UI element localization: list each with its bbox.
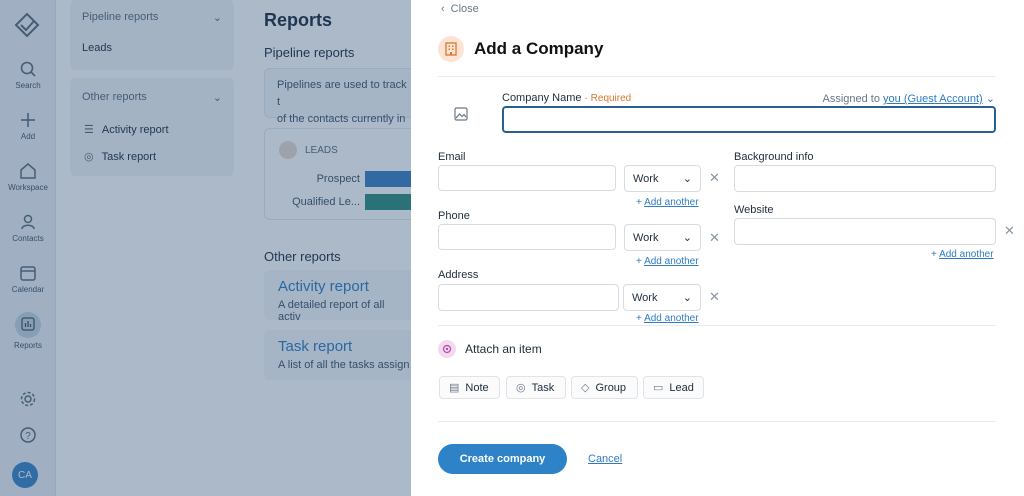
company-name-label: Company Name · Required: [502, 92, 631, 104]
remove-email-icon[interactable]: ✕: [709, 170, 720, 186]
assigned-prefix: Assigned to: [822, 93, 880, 105]
cancel-button[interactable]: Cancel: [588, 453, 622, 465]
close-button[interactable]: ‹ Close: [441, 3, 479, 15]
address-type-select[interactable]: Work ⌄: [623, 284, 701, 311]
required-indicator: · Required: [584, 93, 632, 104]
company-photo-upload[interactable]: [439, 88, 483, 140]
divider: [438, 325, 996, 326]
chevron-down-icon: ⌄: [682, 292, 692, 304]
attach-note-button[interactable]: ▤ Note: [439, 376, 500, 399]
attach-task-label: Task: [531, 381, 555, 394]
add-another-address-label: Add another: [644, 313, 699, 324]
divider: [438, 76, 996, 77]
create-company-button[interactable]: Create company: [438, 444, 567, 474]
attach-note-label: Note: [465, 381, 489, 394]
email-label: Email: [438, 151, 466, 163]
address-type-value: Work: [632, 291, 658, 304]
address-label: Address: [438, 269, 479, 281]
phone-type-select[interactable]: Work ⌄: [624, 224, 701, 251]
add-another-phone-label: Add another: [644, 256, 699, 267]
website-label: Website: [734, 204, 774, 216]
attach-task-button[interactable]: ◎ Task: [506, 376, 566, 399]
phone-label: Phone: [438, 210, 470, 222]
add-another-website-link[interactable]: + Add another: [931, 249, 994, 260]
drawer-title: Add a Company: [474, 39, 604, 58]
chevron-down-icon[interactable]: ⌄: [986, 93, 995, 105]
attach-icon: [438, 340, 456, 358]
email-type-value: Work: [633, 172, 659, 185]
note-icon: ▤: [449, 382, 460, 394]
add-another-email-link[interactable]: + Add another: [636, 197, 699, 208]
email-type-select[interactable]: Work ⌄: [624, 165, 701, 192]
drawer-header: Add a Company: [438, 36, 603, 62]
company-name-input[interactable]: [502, 106, 996, 133]
chevron-down-icon: ⌄: [682, 232, 692, 244]
assigned-user-link[interactable]: you (Guest Account): [883, 93, 983, 105]
add-another-website-label: Add another: [939, 249, 994, 260]
divider: [438, 421, 996, 422]
attach-item-header: Attach an item: [438, 340, 542, 358]
address-field[interactable]: [438, 284, 619, 311]
remove-website-icon[interactable]: ✕: [1004, 223, 1015, 239]
attach-lead-label: Lead: [669, 381, 694, 394]
building-icon: [438, 36, 464, 62]
add-another-email-label: Add another: [644, 197, 699, 208]
attach-group-label: Group: [595, 381, 627, 394]
add-another-address-link[interactable]: + Add another: [636, 313, 699, 324]
chevron-left-icon: ‹: [441, 3, 445, 15]
chevron-down-icon: ⌄: [682, 173, 692, 185]
add-company-drawer: ‹ Close Add a Company Company Name · Req…: [411, 0, 1024, 496]
attach-lead-button[interactable]: ▭ Lead: [643, 376, 704, 399]
modal-overlay[interactable]: [0, 0, 411, 496]
background-info-label: Background info: [734, 151, 814, 163]
image-icon: [454, 107, 468, 121]
email-field[interactable]: [438, 165, 616, 191]
attach-label: Attach an item: [465, 342, 542, 356]
phone-field[interactable]: [438, 224, 616, 250]
lead-icon: ▭: [653, 382, 664, 394]
website-field[interactable]: [734, 218, 996, 245]
company-name-label-text: Company Name: [502, 92, 582, 104]
phone-type-value: Work: [633, 231, 659, 244]
close-label: Close: [450, 3, 479, 15]
attach-group-button[interactable]: ◇ Group: [571, 376, 638, 399]
background-info-field[interactable]: [734, 165, 996, 192]
add-another-phone-link[interactable]: + Add another: [636, 256, 699, 267]
remove-phone-icon[interactable]: ✕: [709, 230, 720, 246]
tag-icon: ◇: [581, 382, 590, 394]
assigned-to: Assigned to you (Guest Account) ⌄: [823, 92, 996, 105]
remove-address-icon[interactable]: ✕: [709, 289, 720, 305]
task-icon: ◎: [516, 382, 526, 394]
